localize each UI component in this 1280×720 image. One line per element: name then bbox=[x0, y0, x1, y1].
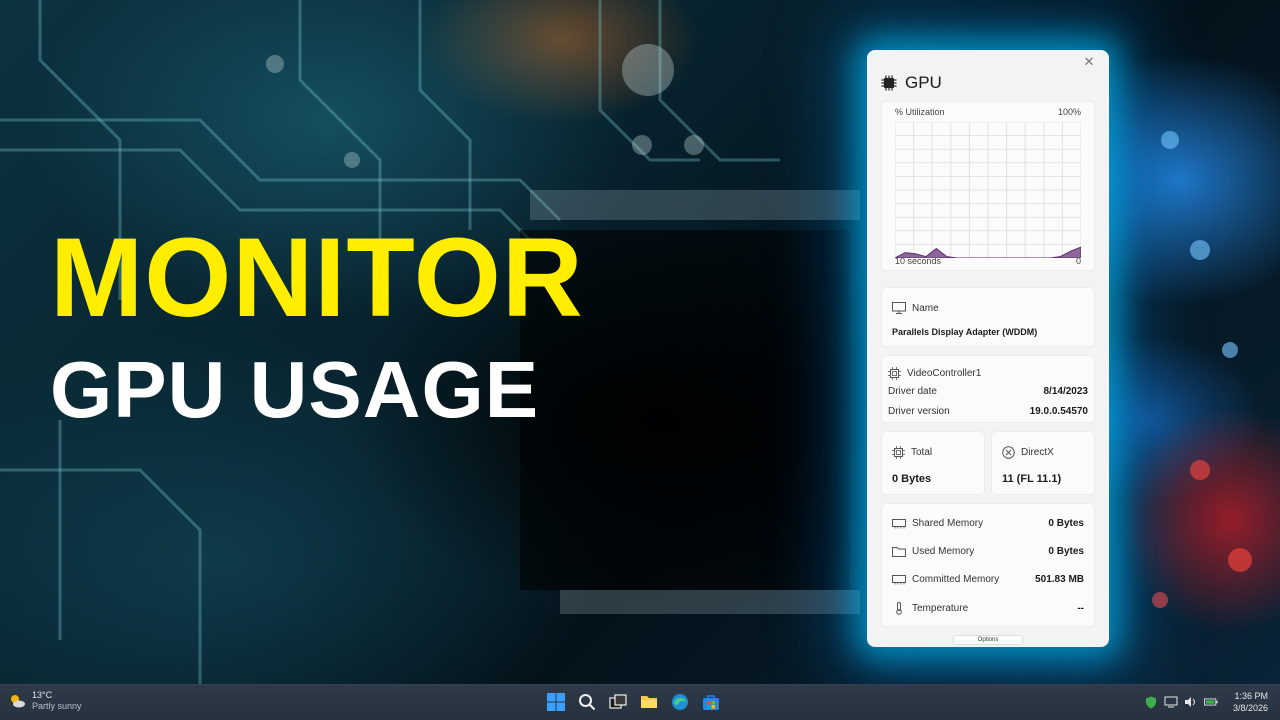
memory-icon bbox=[892, 575, 906, 585]
video-controller-header: VideoController1 bbox=[888, 367, 981, 380]
used-memory-row: Used Memory 0 Bytes bbox=[892, 546, 1084, 557]
memory-icon bbox=[892, 519, 906, 529]
edge-icon[interactable] bbox=[670, 692, 690, 712]
utilization-label: % Utilization bbox=[895, 107, 945, 117]
chip-icon bbox=[892, 446, 905, 459]
temperature-label: Temperature bbox=[912, 603, 969, 614]
temperature-row: Temperature -- bbox=[892, 602, 1084, 615]
temperature-value: -- bbox=[1077, 603, 1084, 614]
utilization-graph-card: % Utilization 100% 10 seconds 0 bbox=[881, 101, 1095, 271]
clock[interactable]: 1:36 PM 3/8/2026 bbox=[1222, 690, 1268, 714]
used-memory-value: 0 Bytes bbox=[1048, 546, 1084, 557]
shared-memory-value: 0 Bytes bbox=[1048, 518, 1084, 529]
monitor-icon bbox=[892, 302, 906, 314]
memory-stats-card: Shared Memory 0 Bytes Used Memory 0 Byte… bbox=[881, 503, 1095, 627]
committed-memory-value: 501.83 MB bbox=[1035, 574, 1084, 585]
total-value: 0 Bytes bbox=[892, 473, 932, 485]
headline-gpu-usage: GPU USAGE bbox=[50, 345, 540, 434]
directx-value: 11 (FL 11.1) bbox=[1002, 473, 1062, 485]
directx-card: DirectX 11 (FL 11.1) bbox=[991, 431, 1095, 495]
gpu-widget-panel: ✕ GPU % Utilization 100% 10 seconds 0 Na… bbox=[867, 50, 1109, 647]
total-memory-card: Total 0 Bytes bbox=[881, 431, 985, 495]
widget-title: GPU bbox=[881, 72, 942, 94]
file-explorer-icon[interactable] bbox=[639, 692, 659, 712]
adapter-name-value: Parallels Display Adapter (WDDM) bbox=[892, 327, 1038, 337]
utilization-graph bbox=[895, 122, 1081, 258]
driver-date-row: Driver date 8/14/2023 bbox=[888, 386, 1088, 397]
headline-monitor: MONITOR bbox=[50, 215, 584, 340]
weather-widget[interactable]: 13°C Partly sunny bbox=[8, 690, 82, 712]
committed-memory-row: Committed Memory 501.83 MB bbox=[892, 574, 1084, 585]
total-header: Total bbox=[892, 446, 932, 459]
task-view-icon[interactable] bbox=[608, 692, 628, 712]
driver-date-label: Driver date bbox=[888, 386, 937, 397]
driver-info-card: VideoController1 Driver date 8/14/2023 D… bbox=[881, 355, 1095, 423]
directx-header: DirectX bbox=[1002, 446, 1054, 459]
taskbar-apps bbox=[546, 692, 721, 712]
weather-condition: Partly sunny bbox=[32, 701, 82, 711]
options-button[interactable]: Options bbox=[953, 635, 1023, 645]
search-icon[interactable] bbox=[577, 692, 597, 712]
used-memory-label: Used Memory bbox=[912, 546, 975, 557]
battery-icon[interactable] bbox=[1204, 695, 1218, 709]
driver-version-value: 19.0.0.54570 bbox=[1029, 406, 1088, 417]
volume-icon[interactable] bbox=[1184, 695, 1198, 709]
gpu-chip-icon bbox=[881, 75, 897, 91]
start-icon[interactable] bbox=[546, 692, 566, 712]
shared-memory-row: Shared Memory 0 Bytes bbox=[892, 518, 1084, 529]
clock-time: 1:36 PM bbox=[1234, 691, 1268, 701]
directx-icon bbox=[1002, 446, 1015, 459]
adapter-name-card: Name Parallels Display Adapter (WDDM) bbox=[881, 287, 1095, 347]
adapter-name-header: Name bbox=[892, 302, 939, 314]
taskbar: 13°C Partly sunny 1:36 PM 3/8/2026 bbox=[0, 684, 1280, 720]
network-icon[interactable] bbox=[1164, 695, 1178, 709]
store-icon[interactable] bbox=[701, 692, 721, 712]
directx-label: DirectX bbox=[1021, 447, 1054, 458]
driver-date-value: 8/14/2023 bbox=[1043, 386, 1089, 397]
driver-version-row: Driver version 19.0.0.54570 bbox=[888, 406, 1088, 417]
time-zero-label: 0 bbox=[1075, 256, 1081, 266]
chip-icon bbox=[888, 367, 901, 380]
system-tray bbox=[1144, 695, 1218, 709]
time-window-label: 10 seconds bbox=[895, 256, 942, 266]
folder-icon bbox=[892, 547, 906, 557]
video-controller-label: VideoController1 bbox=[907, 368, 982, 379]
adapter-name-label: Name bbox=[912, 302, 939, 314]
thermometer-icon bbox=[896, 602, 902, 615]
widget-title-text: GPU bbox=[905, 73, 942, 92]
partly-sunny-icon bbox=[11, 695, 25, 708]
security-icon[interactable] bbox=[1144, 695, 1158, 709]
clock-date: 3/8/2026 bbox=[1232, 703, 1268, 713]
shared-memory-label: Shared Memory bbox=[912, 518, 984, 529]
driver-version-label: Driver version bbox=[888, 406, 950, 417]
utilization-max-label: 100% bbox=[1057, 107, 1081, 117]
total-label: Total bbox=[911, 447, 933, 458]
committed-memory-label: Committed Memory bbox=[912, 574, 1000, 585]
close-button[interactable]: ✕ bbox=[1081, 54, 1097, 70]
weather-temperature: 13°C bbox=[32, 690, 53, 700]
